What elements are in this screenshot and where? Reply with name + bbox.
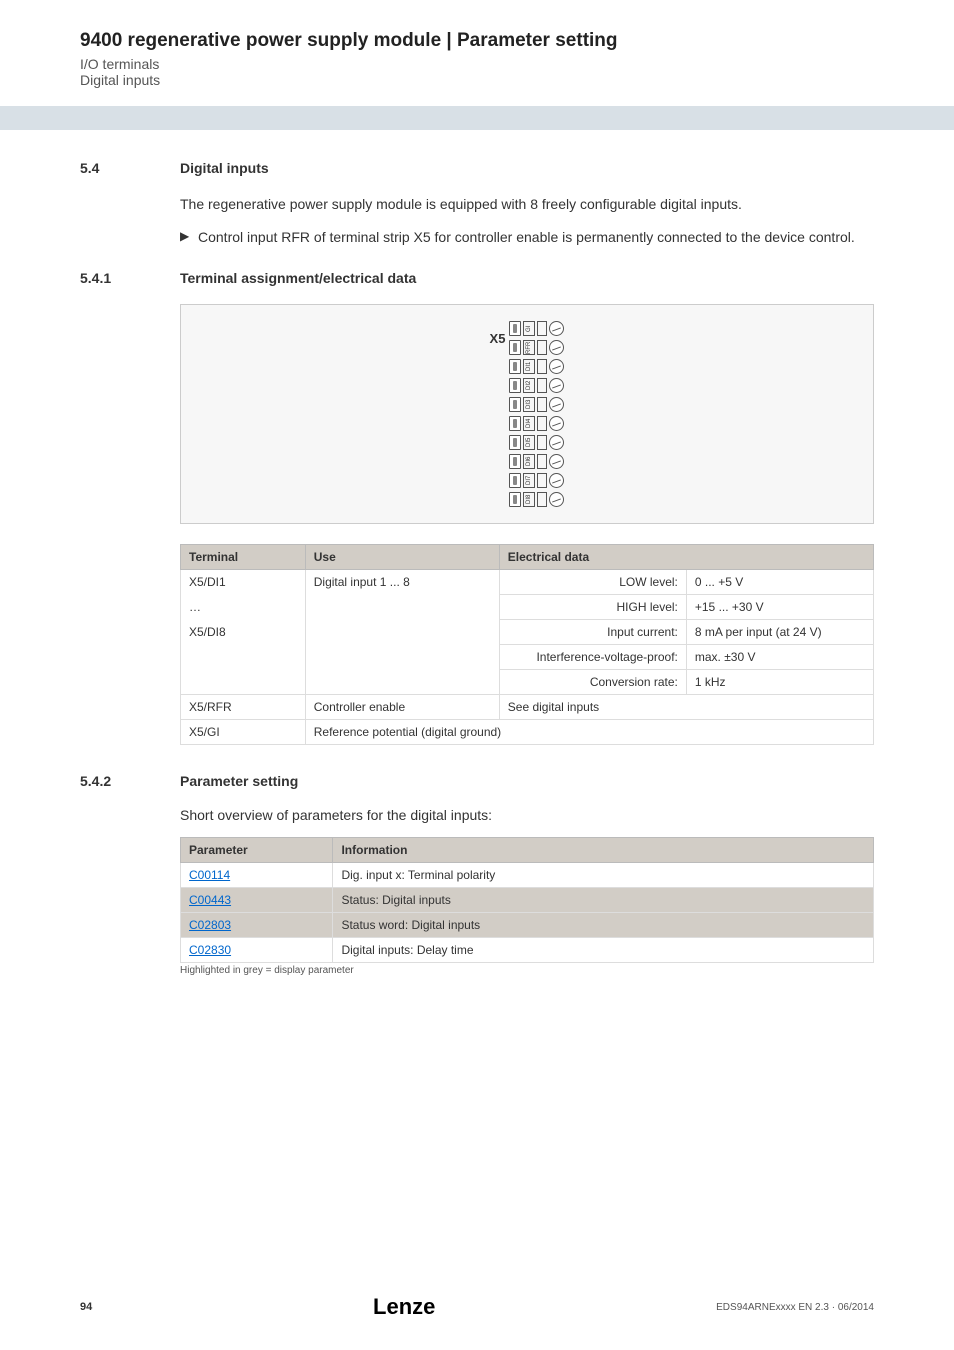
edt-use-digital-input: Digital input 1 ... 8 (305, 570, 499, 695)
param-link-c00114[interactable]: C00114 (189, 868, 230, 882)
section-5-4-bullet: Control input RFR of terminal strip X5 f… (198, 227, 855, 248)
section-5-4-2-num: 5.4.2 (80, 773, 180, 789)
edt-interference-label: Interference-voltage-proof: (499, 645, 686, 670)
electrical-data-table: Terminal Use Electrical data X5/DI1 Digi… (180, 544, 874, 745)
pin-label-di2: DI2 (523, 378, 535, 393)
edt-convrate-value: 1 kHz (686, 670, 873, 695)
terminal-block-graphic: GI RFR DI1 DI2 DI3 DI4 DI5 DI6 DI7 DI8 (509, 319, 564, 509)
parameter-table: Parameter Information C00114 Dig. input … (180, 837, 874, 963)
doc-subtitle-2: Digital inputs (80, 72, 894, 88)
pin-label-di8: DI8 (523, 492, 535, 507)
pt-info-c02803: Status word: Digital inputs (333, 913, 874, 938)
section-5-4-title: Digital inputs (180, 160, 269, 176)
page-header: 9400 regenerative power supply module | … (0, 0, 954, 98)
header-separator-bar (0, 106, 954, 130)
section-5-4-1-num: 5.4.1 (80, 270, 180, 286)
edt-low-label: LOW level: (499, 570, 686, 595)
pt-head-information: Information (333, 838, 874, 863)
edt-terminal-ellipsis: … (181, 595, 306, 620)
lenze-logo: Lenze (373, 1294, 435, 1320)
section-5-4-num: 5.4 (80, 160, 180, 176)
edt-interference-value: max. ±30 V (686, 645, 873, 670)
edt-use-controller-enable: Controller enable (305, 695, 499, 720)
x5-connector-label: X5 (490, 331, 506, 346)
param-link-c02803[interactable]: C02803 (189, 918, 231, 932)
section-5-4-2-title: Parameter setting (180, 773, 298, 789)
doc-subtitle-1: I/O terminals (80, 56, 894, 72)
edt-use-reference-potential: Reference potential (digital ground) (305, 720, 873, 745)
edt-head-use: Use (305, 545, 499, 570)
pin-label-rfr: RFR (523, 340, 535, 355)
section-5-4-2-intro: Short overview of parameters for the dig… (180, 807, 874, 823)
parameter-table-footnote: Highlighted in grey = display parameter (180, 965, 874, 976)
pt-info-c00443: Status: Digital inputs (333, 888, 874, 913)
pt-info-c00114: Dig. input x: Terminal polarity (333, 863, 874, 888)
pin-label-di1: DI1 (523, 359, 535, 374)
bullet-triangle-icon: ▶ (180, 227, 198, 248)
edt-inputcurrent-label: Input current: (499, 620, 686, 645)
pin-label-di5: DI5 (523, 435, 535, 450)
terminal-strip-diagram: X5 GI RFR DI1 DI2 DI3 DI4 DI5 DI6 DI7 DI… (180, 304, 874, 524)
edt-head-terminal: Terminal (181, 545, 306, 570)
doc-title: 9400 regenerative power supply module | … (80, 30, 894, 52)
pin-label-di3: DI3 (523, 397, 535, 412)
edt-terminal-rfr: X5/RFR (181, 695, 306, 720)
edt-terminal-gi: X5/GI (181, 720, 306, 745)
edt-low-value: 0 ... +5 V (686, 570, 873, 595)
page-number: 94 (80, 1301, 92, 1313)
section-5-4-paragraph: The regenerative power supply module is … (180, 194, 874, 215)
edt-head-electrical: Electrical data (499, 545, 873, 570)
page-footer: 94 Lenze EDS94ARNExxxx EN 2.3 · 06/2014 (80, 1294, 874, 1320)
edt-high-value: +15 ... +30 V (686, 595, 873, 620)
pin-label-gi: GI (523, 321, 535, 336)
param-link-c00443[interactable]: C00443 (189, 893, 231, 907)
param-link-c02830[interactable]: C02830 (189, 943, 231, 957)
edt-see-digital-inputs: See digital inputs (499, 695, 873, 720)
pin-label-di4: DI4 (523, 416, 535, 431)
pt-head-parameter: Parameter (181, 838, 333, 863)
edt-inputcurrent-value: 8 mA per input (at 24 V) (686, 620, 873, 645)
pt-info-c02830: Digital inputs: Delay time (333, 938, 874, 963)
pin-label-di6: DI6 (523, 454, 535, 469)
pin-label-di7: DI7 (523, 473, 535, 488)
section-5-4-1-title: Terminal assignment/electrical data (180, 270, 416, 286)
edt-high-label: HIGH level: (499, 595, 686, 620)
document-id: EDS94ARNExxxx EN 2.3 · 06/2014 (716, 1302, 874, 1313)
edt-terminal-di1: X5/DI1 (181, 570, 306, 595)
edt-terminal-di8: X5/DI8 (181, 620, 306, 695)
edt-convrate-label: Conversion rate: (499, 670, 686, 695)
